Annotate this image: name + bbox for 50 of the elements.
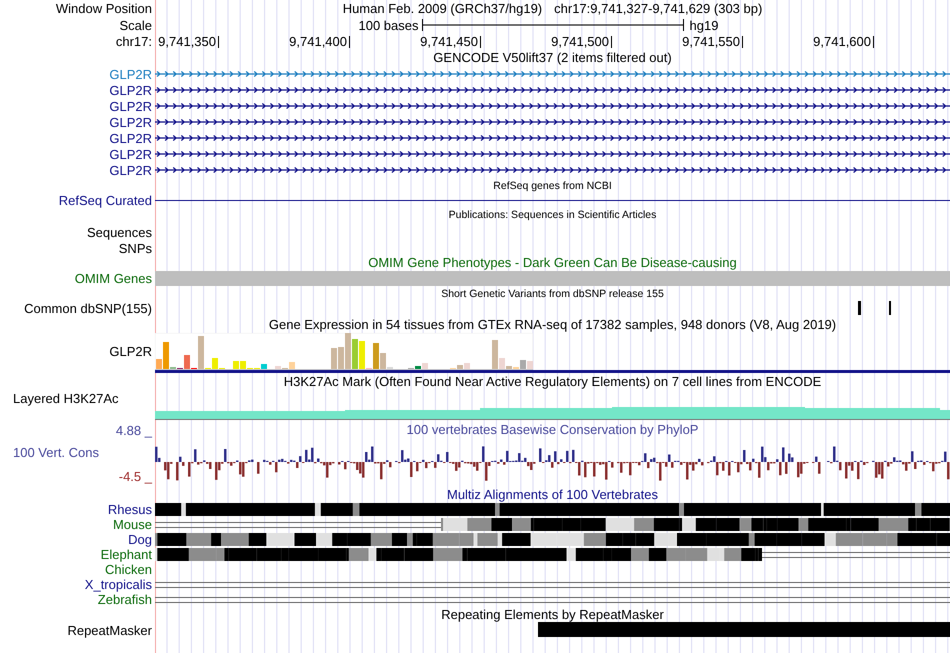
- track-title: Repeating Elements by RepeatMasker: [441, 608, 664, 622]
- position-text: chr17:9,741,327-9,741,629 (303 bp): [554, 1, 762, 16]
- track-label[interactable]: GLP2R: [109, 130, 155, 146]
- track-label[interactable]: Elephant: [100, 547, 155, 562]
- track-title: Gene Expression in 54 tissues from GTEx RNA-seq of 17382 samples, 948 donors (V8, Aug 2019): [268, 318, 836, 332]
- track-label[interactable]: RepeatMasker: [67, 622, 155, 638]
- track-label[interactable]: Layered H3K27Ac: [0, 391, 119, 406]
- track-label[interactable]: GLP2R: [109, 344, 155, 359]
- track-title: Publications: Sequences in Scientific Articles: [448, 208, 656, 222]
- ruler-tick-label: 9,741,500: [551, 36, 612, 48]
- ruler-tick-label: 9,741,450: [420, 36, 481, 48]
- track-title: 100 vertebrates Basewise Conservation by PhyloP: [406, 423, 698, 437]
- track-label[interactable]: SNPs: [118, 240, 155, 256]
- axis-min-label: -4.5 _: [118, 468, 154, 484]
- assembly-title: Human Feb. 2009 (GRCh37/hg19): [342, 1, 542, 16]
- ruler-tick-label: 9,741,350: [158, 36, 219, 48]
- track-label[interactable]: 100 Vert. Cons: [0, 444, 99, 460]
- track-title: GENCODE V50lift37 (2 items filtered out): [433, 51, 672, 65]
- track-label[interactable]: GLP2R: [109, 162, 155, 178]
- track-title: Short Genetic Variants from dbSNP release 155: [441, 286, 664, 300]
- track-label[interactable]: Common dbSNP(155): [24, 301, 155, 316]
- track-label[interactable]: Dog: [128, 532, 155, 547]
- track-label[interactable]: RefSeq Curated: [58, 193, 155, 208]
- track-label[interactable]: X_tropicalis: [84, 577, 155, 592]
- ruler-tick-label: 9,741,600: [813, 36, 874, 48]
- track-title: Multiz Alignments of 100 Vertebrates: [446, 488, 658, 502]
- track-title: OMIM Gene Phenotypes - Dark Green Can Be Disease-causing: [368, 256, 737, 270]
- snp-mark: [889, 301, 891, 315]
- row-label: Scale: [119, 18, 153, 32]
- track-title: RefSeq genes from NCBI: [493, 178, 612, 192]
- track-label[interactable]: GLP2R: [109, 146, 155, 162]
- snp-mark: [858, 301, 861, 315]
- track-label[interactable]: GLP2R: [109, 66, 155, 82]
- scale-length: 100 bases: [358, 18, 420, 32]
- ruler-tick-label: 9,741,400: [289, 36, 350, 48]
- track-title: H3K27Ac Mark (Often Found Near Active Regulatory Elements) on 7 cell lines from ENCODE: [284, 375, 822, 389]
- track-label[interactable]: Sequences: [86, 224, 155, 240]
- row-label: chr17:: [116, 34, 153, 49]
- track-label[interactable]: GLP2R: [109, 114, 155, 130]
- track-label[interactable]: Zebrafish: [98, 592, 155, 607]
- row-label: Window Position: [56, 1, 153, 16]
- assembly-label: hg19: [688, 18, 718, 32]
- track-label[interactable]: OMIM Genes: [74, 270, 155, 286]
- track-label[interactable]: Rhesus: [108, 502, 155, 517]
- ruler-tick-label: 9,741,550: [682, 36, 743, 48]
- axis-max-label: 4.88 _: [116, 422, 154, 438]
- track-label[interactable]: Mouse: [112, 517, 155, 532]
- track-label[interactable]: GLP2R: [109, 82, 155, 98]
- track-label[interactable]: Chicken: [105, 562, 155, 577]
- track-label[interactable]: GLP2R: [109, 98, 155, 114]
